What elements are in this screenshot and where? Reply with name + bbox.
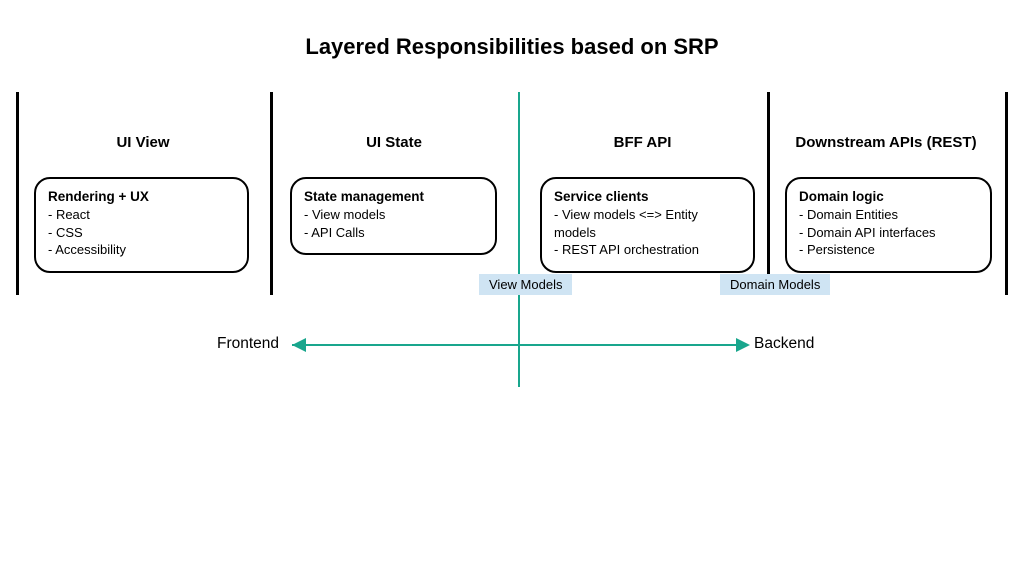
- box-item: - Domain API interfaces: [799, 224, 978, 242]
- column-title-bff-api: BFF API: [518, 134, 767, 151]
- column-title-ui-state: UI State: [270, 134, 518, 151]
- box-item: - REST API orchestration: [554, 241, 741, 259]
- box-item: - View models <=> Entity models: [554, 206, 741, 241]
- arrow-line-left: [292, 344, 518, 346]
- box-heading: Domain logic: [799, 189, 978, 204]
- box-item: - Accessibility: [48, 241, 235, 259]
- tag-view-models: View Models: [479, 274, 572, 295]
- arrow-label-frontend: Frontend: [217, 335, 279, 353]
- box-item: - API Calls: [304, 224, 483, 242]
- box-item: - View models: [304, 206, 483, 224]
- arrow-label-backend: Backend: [754, 335, 814, 353]
- lane-divider: [270, 92, 273, 295]
- box-item: - Persistence: [799, 241, 978, 259]
- box-item: - CSS: [48, 224, 235, 242]
- lane-divider: [767, 92, 770, 295]
- lane-divider: [1005, 92, 1008, 295]
- diagram-canvas: Layered Responsibilities based on SRP UI…: [0, 0, 1024, 576]
- box-downstream-apis: Domain logic - Domain Entities - Domain …: [785, 177, 992, 273]
- tag-domain-models: Domain Models: [720, 274, 830, 295]
- column-title-ui-view: UI View: [16, 134, 270, 151]
- arrow-line-right: [520, 344, 736, 346]
- box-bff-api: Service clients - View models <=> Entity…: [540, 177, 755, 273]
- box-item: - Domain Entities: [799, 206, 978, 224]
- box-ui-state: State management - View models - API Cal…: [290, 177, 497, 255]
- box-heading: Service clients: [554, 189, 741, 204]
- box-ui-view: Rendering + UX - React - CSS - Accessibi…: [34, 177, 249, 273]
- diagram-title: Layered Responsibilities based on SRP: [0, 34, 1024, 60]
- arrow-head-right-icon: [736, 338, 750, 352]
- box-heading: Rendering + UX: [48, 189, 235, 204]
- column-title-downstream-apis: Downstream APIs (REST): [767, 134, 1005, 151]
- lane-divider: [16, 92, 19, 295]
- box-item: - React: [48, 206, 235, 224]
- box-heading: State management: [304, 189, 483, 204]
